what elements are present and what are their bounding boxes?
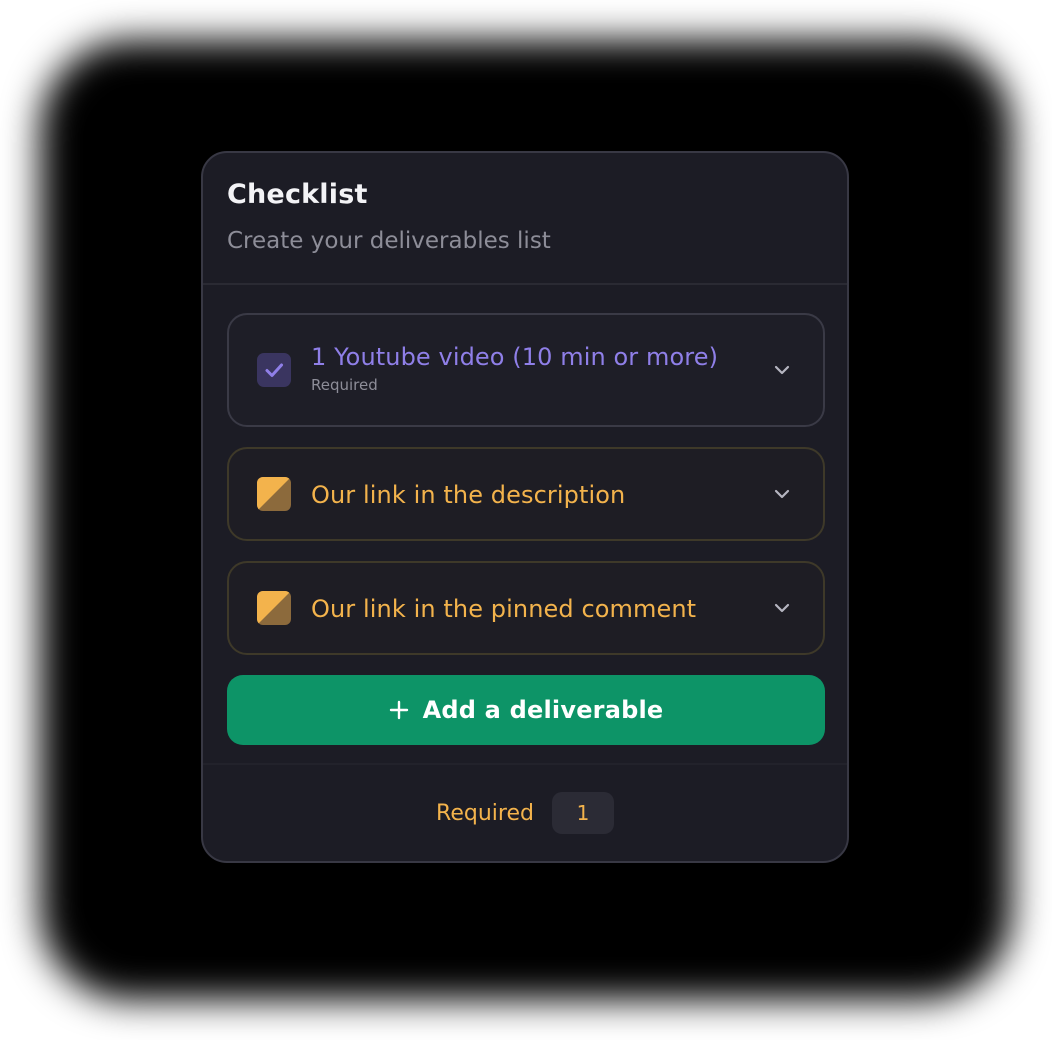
add-deliverable-button[interactable]: Add a deliverable [227, 675, 825, 745]
checkbox-pending-icon[interactable] [257, 477, 291, 511]
deliverable-text: Our link in the pinned comment [311, 593, 696, 625]
deliverable-text: Our link in the description [311, 479, 625, 511]
deliverables-list: 1 Youtube video (10 min or more) Require… [203, 285, 847, 745]
deliverable-item-youtube-video[interactable]: 1 Youtube video (10 min or more) Require… [227, 313, 825, 427]
required-count-badge: 1 [551, 792, 614, 834]
chevron-down-icon[interactable] [771, 359, 793, 381]
deliverable-item-description-link[interactable]: Our link in the description [227, 447, 825, 541]
chevron-down-icon[interactable] [771, 597, 793, 619]
deliverable-label: Our link in the pinned comment [311, 595, 697, 623]
deliverable-item-pinned-comment-link[interactable]: Our link in the pinned comment [227, 561, 825, 655]
add-deliverable-label: Add a deliverable [422, 696, 664, 724]
deliverable-sublabel: Required [311, 376, 378, 394]
checkbox-checked-icon[interactable] [257, 353, 291, 387]
checkbox-pending-icon[interactable] [257, 591, 291, 625]
checklist-footer: Required 1 [203, 763, 847, 861]
checklist-card: Checklist Create your deliverables list … [201, 151, 849, 863]
chevron-down-icon[interactable] [771, 483, 793, 505]
checklist-header: Checklist Create your deliverables list [203, 153, 847, 285]
required-label: Required [436, 800, 534, 826]
deliverable-label: Our link in the description [311, 481, 626, 509]
deliverable-label: 1 Youtube video (10 min or more) [311, 343, 719, 371]
deliverable-text: 1 Youtube video (10 min or more) Require… [311, 341, 718, 395]
checklist-title: Checklist [227, 179, 368, 210]
checklist-subtitle: Create your deliverables list [227, 228, 551, 254]
plus-icon [389, 700, 408, 720]
